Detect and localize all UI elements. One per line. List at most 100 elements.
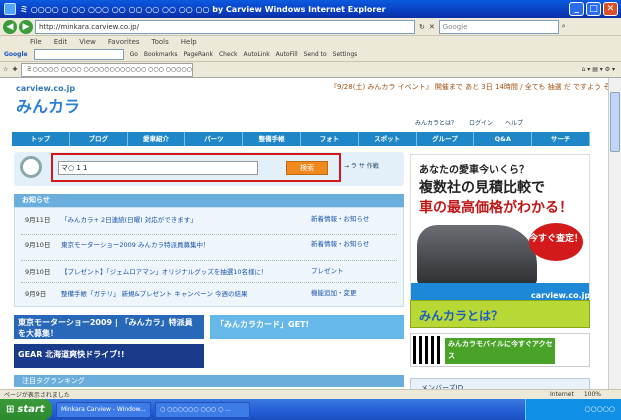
google-search-input[interactable] — [33, 49, 124, 60]
site-search-button[interactable]: 検索 — [286, 161, 328, 175]
site-search-input[interactable]: マ○ 1 1 — [58, 161, 258, 175]
google-logo: Google — [4, 51, 28, 58]
appraise-now-badge[interactable]: 今すぐ査定！ — [529, 223, 583, 261]
search-options[interactable]: → ラ サ 作戦 — [344, 161, 379, 170]
favorites-star-icon[interactable]: ☆ — [3, 66, 8, 73]
news-category[interactable]: 新着情報・お知らせ — [311, 214, 391, 224]
taskbar: ⊞ start Minkara Carview - Window... ○ ○○… — [0, 399, 621, 420]
mobile-ad-text: みんカラモバイルに今すぐアクセス — [445, 338, 555, 364]
what-is-minkara-ad[interactable]: みんカラとは？ — [410, 300, 590, 328]
address-input[interactable]: http://minkara.carview.co.jp/ — [35, 19, 415, 34]
news-title[interactable]: 【プレゼント】「ジェムロアマン」オリジナルグッズを抽選10名様に！ — [61, 266, 311, 276]
status-text: ページが表示されました — [4, 392, 70, 399]
nav-qa[interactable]: Q&A — [474, 132, 533, 146]
start-button[interactable]: ⊞ start — [0, 399, 52, 420]
nav-search[interactable]: サーチ — [532, 132, 590, 146]
news-category[interactable]: プレゼント — [311, 266, 391, 276]
toolbar-bookmarks[interactable]: Bookmarks — [144, 51, 178, 58]
toolbar-autofill[interactable]: AutoFill — [276, 51, 298, 58]
clock[interactable]: ○○○○○ — [584, 405, 615, 413]
menu-favorites[interactable]: Favorites — [108, 38, 140, 46]
address-bar: ◀ ▶ http://minkara.carview.co.jp/ ↻ ✕ Go… — [0, 18, 621, 36]
mobile-ad[interactable]: みんカラモバイルに今すぐアクセス — [410, 333, 590, 367]
nav-car[interactable]: 愛車紹介 — [128, 132, 186, 146]
nav-maintenance[interactable]: 整備手帳 — [243, 132, 301, 146]
menu-file[interactable]: File — [30, 38, 42, 46]
divider — [21, 282, 397, 283]
nav-parts[interactable]: パーツ — [185, 132, 244, 146]
search-go-icon[interactable]: ⌕ — [562, 22, 566, 31]
news-category[interactable]: 新着情報・お知らせ — [311, 239, 391, 249]
scroll-thumb[interactable] — [610, 92, 620, 152]
address-text: http://minkara.carview.co.jp/ — [39, 22, 139, 31]
news-list: 9月11日 「みんカラ+ 2日連続(日曜) 対応ができます」 新着情報・お知らせ… — [14, 207, 404, 307]
magnifier-icon — [20, 156, 42, 178]
minkara-logo[interactable]: みんカラ — [16, 93, 80, 117]
news-title[interactable]: 東京モーターショー2009 みんカラ特派員募集中！ — [61, 239, 311, 249]
maximize-button[interactable]: □ — [586, 2, 601, 16]
page-viewport: carview.co.jp みんカラ 『9/28(土) みんカラ イベント』 開… — [0, 78, 608, 399]
toolbar-check[interactable]: Check — [219, 51, 237, 58]
highlight-box: マ○ 1 1 検索 — [51, 153, 341, 182]
refresh-icon[interactable]: ↻ — [419, 23, 425, 31]
menu-tools[interactable]: Tools — [152, 38, 169, 46]
ranking-heading: 注目タグランキング — [14, 375, 404, 387]
news-date: 9月10日 — [25, 241, 51, 249]
gear-banner[interactable]: GEAR 北海道爽快ドライブ!! — [14, 344, 204, 368]
news-category[interactable]: 機能追加・変更 — [311, 288, 391, 298]
search-box[interactable]: Google — [438, 19, 559, 34]
nav-top[interactable]: トップ — [12, 132, 70, 146]
car-image — [417, 225, 537, 287]
nav-blog[interactable]: ブログ — [70, 132, 128, 146]
news-item[interactable]: 9月11日 「みんカラ+ 2日連続(日曜) 対応ができます」 新着情報・お知らせ — [25, 214, 395, 224]
nav-photo[interactable]: フォト — [301, 132, 359, 146]
windows-flag-icon: ⊞ — [6, 404, 15, 415]
forward-button[interactable]: ▶ — [19, 19, 33, 34]
toolbar-autolink[interactable]: AutoLink — [243, 51, 269, 58]
add-favorite-icon[interactable]: ✚ — [12, 66, 17, 73]
card-banner[interactable]: 「みんカラカード」GET! — [210, 315, 404, 339]
login-link[interactable]: ログイン — [469, 118, 493, 127]
nav-group[interactable]: グループ — [417, 132, 475, 146]
header-links: みんカラとは？ ログイン ヘルプ — [415, 118, 523, 127]
news-date: 9月11日 — [25, 216, 51, 224]
news-item[interactable]: 9月10日 【プレゼント】「ジェムロアマン」オリジナルグッズを抽選10名様に！ … — [25, 266, 395, 276]
site-nav: トップ ブログ 愛車紹介 パーツ 整備手帳 フォト スポット グループ Q&A … — [12, 132, 590, 146]
event-banner[interactable]: 『9/28(土) みんカラ イベント』 開催まで あと 3日 14時間 / 全て… — [330, 82, 608, 92]
car-appraisal-ad[interactable]: あなたの愛車今いくら？ 複数社の見積比較で 車の最高価格がわかる！ 今すぐ査定！… — [410, 154, 590, 304]
toolbar-pagerank[interactable]: PageRank — [183, 51, 213, 58]
menu-view[interactable]: View — [79, 38, 96, 46]
toolbar-go[interactable]: Go — [130, 51, 138, 58]
toolbar-send-to[interactable]: Send to — [304, 51, 327, 58]
nav-spot[interactable]: スポット — [359, 132, 417, 146]
carview-logo[interactable]: carview.co.jp — [16, 84, 75, 93]
tms-banner[interactable]: 東京モーターショー2009 | 「みんカラ」特派員を大募集！ — [14, 315, 204, 339]
news-item[interactable]: 9月9日 整備手帳「ガテリ」 新規&プレゼント キャンペーン 今週の結果 機能追… — [25, 288, 395, 298]
zoom-level[interactable]: 100% — [584, 391, 601, 398]
menu-edit[interactable]: Edit — [54, 38, 68, 46]
tab-current[interactable]: ミ○○○○○ ○○○○ ○○○○○○○○○○○○ ○○○ ○○○○○ — [21, 62, 194, 77]
window-title-bar[interactable]: ミ ○○○○ ○ ○○ ○○○ ○○ ○○ ○○ ○○ ○○ ○○ by Car… — [0, 0, 621, 18]
about-link[interactable]: みんカラとは？ — [415, 118, 457, 127]
stop-icon[interactable]: ✕ — [429, 23, 435, 31]
search-box-placeholder: Google — [442, 22, 468, 31]
what-is-minkara-text: みんカラとは？ — [419, 309, 504, 323]
taskbar-item-other[interactable]: ○ ○○○○○○ ○○○ ○ ... — [155, 401, 250, 418]
news-heading: お知らせ — [14, 194, 404, 207]
news-date: 9月9日 — [25, 290, 47, 298]
menu-help[interactable]: Help — [181, 38, 197, 46]
news-title[interactable]: 「みんカラ+ 2日連続(日曜) 対応ができます」 — [61, 214, 311, 224]
vertical-scrollbar[interactable] — [608, 78, 621, 399]
zone-indicator: Internet — [550, 391, 574, 398]
news-title[interactable]: 整備手帳「ガテリ」 新規&プレゼント キャンペーン 今週の結果 — [61, 288, 311, 298]
page-tools-icon[interactable]: ⌂ ▾ ▤ ▾ ⚙ ▾ — [582, 66, 621, 73]
close-button[interactable]: ✕ — [603, 2, 618, 16]
help-link[interactable]: ヘルプ — [505, 118, 523, 127]
minimize-button[interactable]: _ — [569, 2, 584, 16]
taskbar-item-ie[interactable]: Minkara Carview - Window... — [56, 401, 151, 418]
back-button[interactable]: ◀ — [3, 19, 17, 34]
toolbar-settings[interactable]: Settings — [333, 51, 358, 58]
news-item[interactable]: 9月10日 東京モーターショー2009 みんカラ特派員募集中！ 新着情報・お知ら… — [25, 239, 395, 249]
site-header: carview.co.jp みんカラ 『9/28(土) みんカラ イベント』 開… — [0, 78, 608, 128]
tab-bar: ☆ ✚ ミ○○○○○ ○○○○ ○○○○○○○○○○○○ ○○○ ○○○○○ ⌂… — [0, 62, 621, 78]
